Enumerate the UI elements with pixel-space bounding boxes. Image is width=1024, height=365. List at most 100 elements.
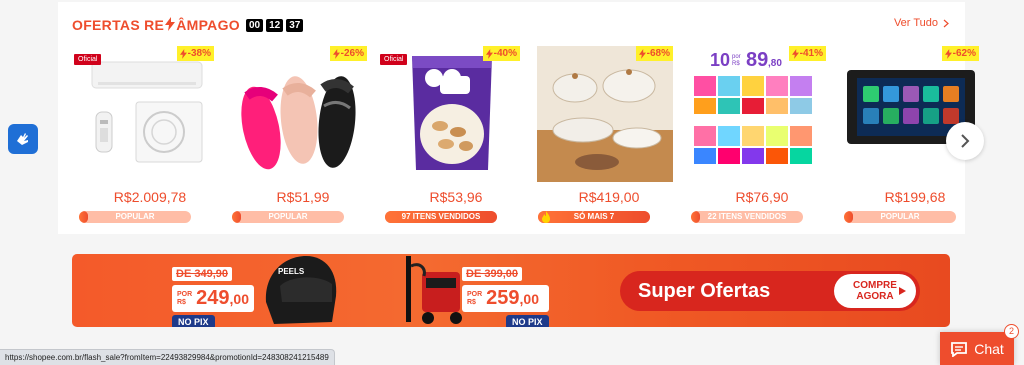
old-price: DE 399,00 [462,267,522,281]
super-offers-pill: Super Ofertas COMPRE AGORA [620,271,920,311]
product-list: Oficial -38% R$2.009,78 POPULAR -26% R$5… [74,46,992,226]
lightning-icon [332,48,340,59]
status-bar-url: https://shopee.com.br/flash_sale?fromIte… [0,349,335,365]
bundle-rs: R$ [732,61,740,67]
chat-button[interactable]: Chat [940,332,1014,365]
price-cents: ,00 [229,290,250,307]
lightning-icon [944,48,952,59]
pix-badge: NO PIX [506,315,549,327]
discount-badge: -68% [635,46,673,61]
sales-progress-bar: POPULAR [79,211,191,223]
product-card[interactable]: 10 por R$ 89 ,80 -41% R$76,90 22 ITENS V… [686,46,838,226]
product-price: R$2.009,78 [113,189,187,205]
lightning-icon [791,48,799,59]
chevron-right-icon [943,19,949,27]
price-value: 249 [196,287,230,309]
flash-sale-header: OFERTAS RE ÂMPAGO 00 12 37 [72,16,304,34]
sales-progress-bar: POPULAR [844,211,956,223]
chat-icon [951,341,968,357]
lightning-icon [179,48,187,59]
carousel-next-button[interactable] [946,122,984,160]
helmet-image: PEELS [260,254,340,327]
flash-sale-title[interactable]: OFERTAS RE ÂMPAGO [72,16,240,34]
super-offers-label: Super Ofertas [638,279,771,302]
buy-now-button[interactable]: COMPRE AGORA [834,274,916,308]
pressure-washer-image [400,254,470,327]
offer-price-1: DE 349,90 POR R$ 249 ,00 NO PIX [172,264,255,327]
product-price: R$199,68 [884,189,946,205]
timer-hours: 00 [245,18,264,32]
product-image-cashew-bag [384,46,520,182]
cta-line1: COMPRE [853,280,897,291]
see-all-link[interactable]: Ver Tudo [894,17,949,29]
sales-progress-bar: POPULAR [232,211,344,223]
lightning-icon [485,48,493,59]
product-price: R$419,00 [578,189,640,205]
timer-seconds: 37 [286,18,304,32]
accessibility-button[interactable] [8,124,38,154]
product-card[interactable]: -26% R$51,99 POPULAR [227,46,379,226]
flash-sale-section: OFERTAS RE ÂMPAGO 00 12 37 Ver Tudo Ofic… [58,2,979,234]
product-price: R$53,96 [429,189,483,205]
product-card[interactable]: Oficial -38% R$2.009,78 POPULAR [74,46,226,226]
price-value: 259 [486,287,520,309]
discount-value: -41% [799,48,823,59]
sales-progress-bar: 97 ITENS VENDIDOS [385,211,497,223]
lightning-icon [638,48,646,59]
discount-value: -62% [952,48,976,59]
flash-title-start: OFERTAS RE [72,17,165,33]
price-cents: ,00 [519,290,540,307]
product-image-kids-clothes: 10 por R$ 89 ,80 [690,46,826,182]
sales-progress-bar: 22 ITENS VENDIDOS [691,211,803,223]
discount-badge: -40% [482,46,520,61]
cta-line2: AGORA [856,291,894,302]
por-label: POR R$ [467,290,483,306]
offer-price-2: DE 399,00 POR R$ 259 ,00 NO PIX [462,264,549,327]
discount-value: -40% [493,48,517,59]
discount-value: -26% [340,48,364,59]
chat-unread-badge: 2 [1004,324,1019,339]
new-price: POR R$ 249 ,00 [172,285,255,312]
bundle-por: por [732,54,741,60]
product-image-car-stereo [843,46,979,182]
sales-progress-bar: SÓ MAIS 7 [538,211,650,223]
chat-label: Chat [974,340,1004,357]
new-price: POR R$ 259 ,00 [462,285,549,312]
discount-value: -68% [646,48,670,59]
countdown-timer: 00 12 37 [245,18,304,32]
lightning-icon [165,16,176,34]
progress-label: SÓ MAIS 7 [573,212,615,221]
product-card[interactable]: -68% R$419,00 SÓ MAIS 7 [533,46,685,226]
official-badge: Oficial [74,54,102,65]
product-image-sandals [231,46,367,182]
chevron-right-icon [961,134,970,148]
timer-minutes: 12 [266,18,284,32]
discount-badge: -41% [788,46,826,61]
progress-label: POPULAR [268,212,308,221]
bundle-qty: 10 [710,50,730,70]
product-image-air-conditioner [78,46,214,182]
progress-label: 22 ITENS VENDIDOS [707,212,787,221]
progress-label: 97 ITENS VENDIDOS [401,212,481,221]
see-all-label: Ver Tudo [893,17,938,29]
old-price: DE 349,90 [172,267,232,281]
bundle-cents: ,80 [768,58,782,69]
promo-banner[interactable]: DE 349,90 POR R$ 249 ,00 NO PIX PEELS DE … [72,254,950,327]
sign-language-icon [17,133,28,145]
bundle-price: 89 [746,49,768,71]
official-badge: Oficial [380,54,408,65]
discount-badge: -38% [176,46,214,61]
helmet-brand: PEELS [278,267,305,276]
product-price: R$51,99 [276,189,330,205]
product-image-cookware [537,46,673,182]
product-card[interactable]: Oficial -40% R$53,96 97 ITENS VENDIDOS [380,46,532,226]
fire-icon [542,211,550,223]
discount-badge: -62% [941,46,979,61]
pix-badge: NO PIX [172,315,215,327]
progress-label: POPULAR [115,212,155,221]
discount-value: -38% [187,48,211,59]
flash-title-end: ÂMPAGO [176,17,240,33]
progress-label: POPULAR [880,212,920,221]
play-icon [899,287,906,295]
por-label: POR R$ [177,290,193,306]
